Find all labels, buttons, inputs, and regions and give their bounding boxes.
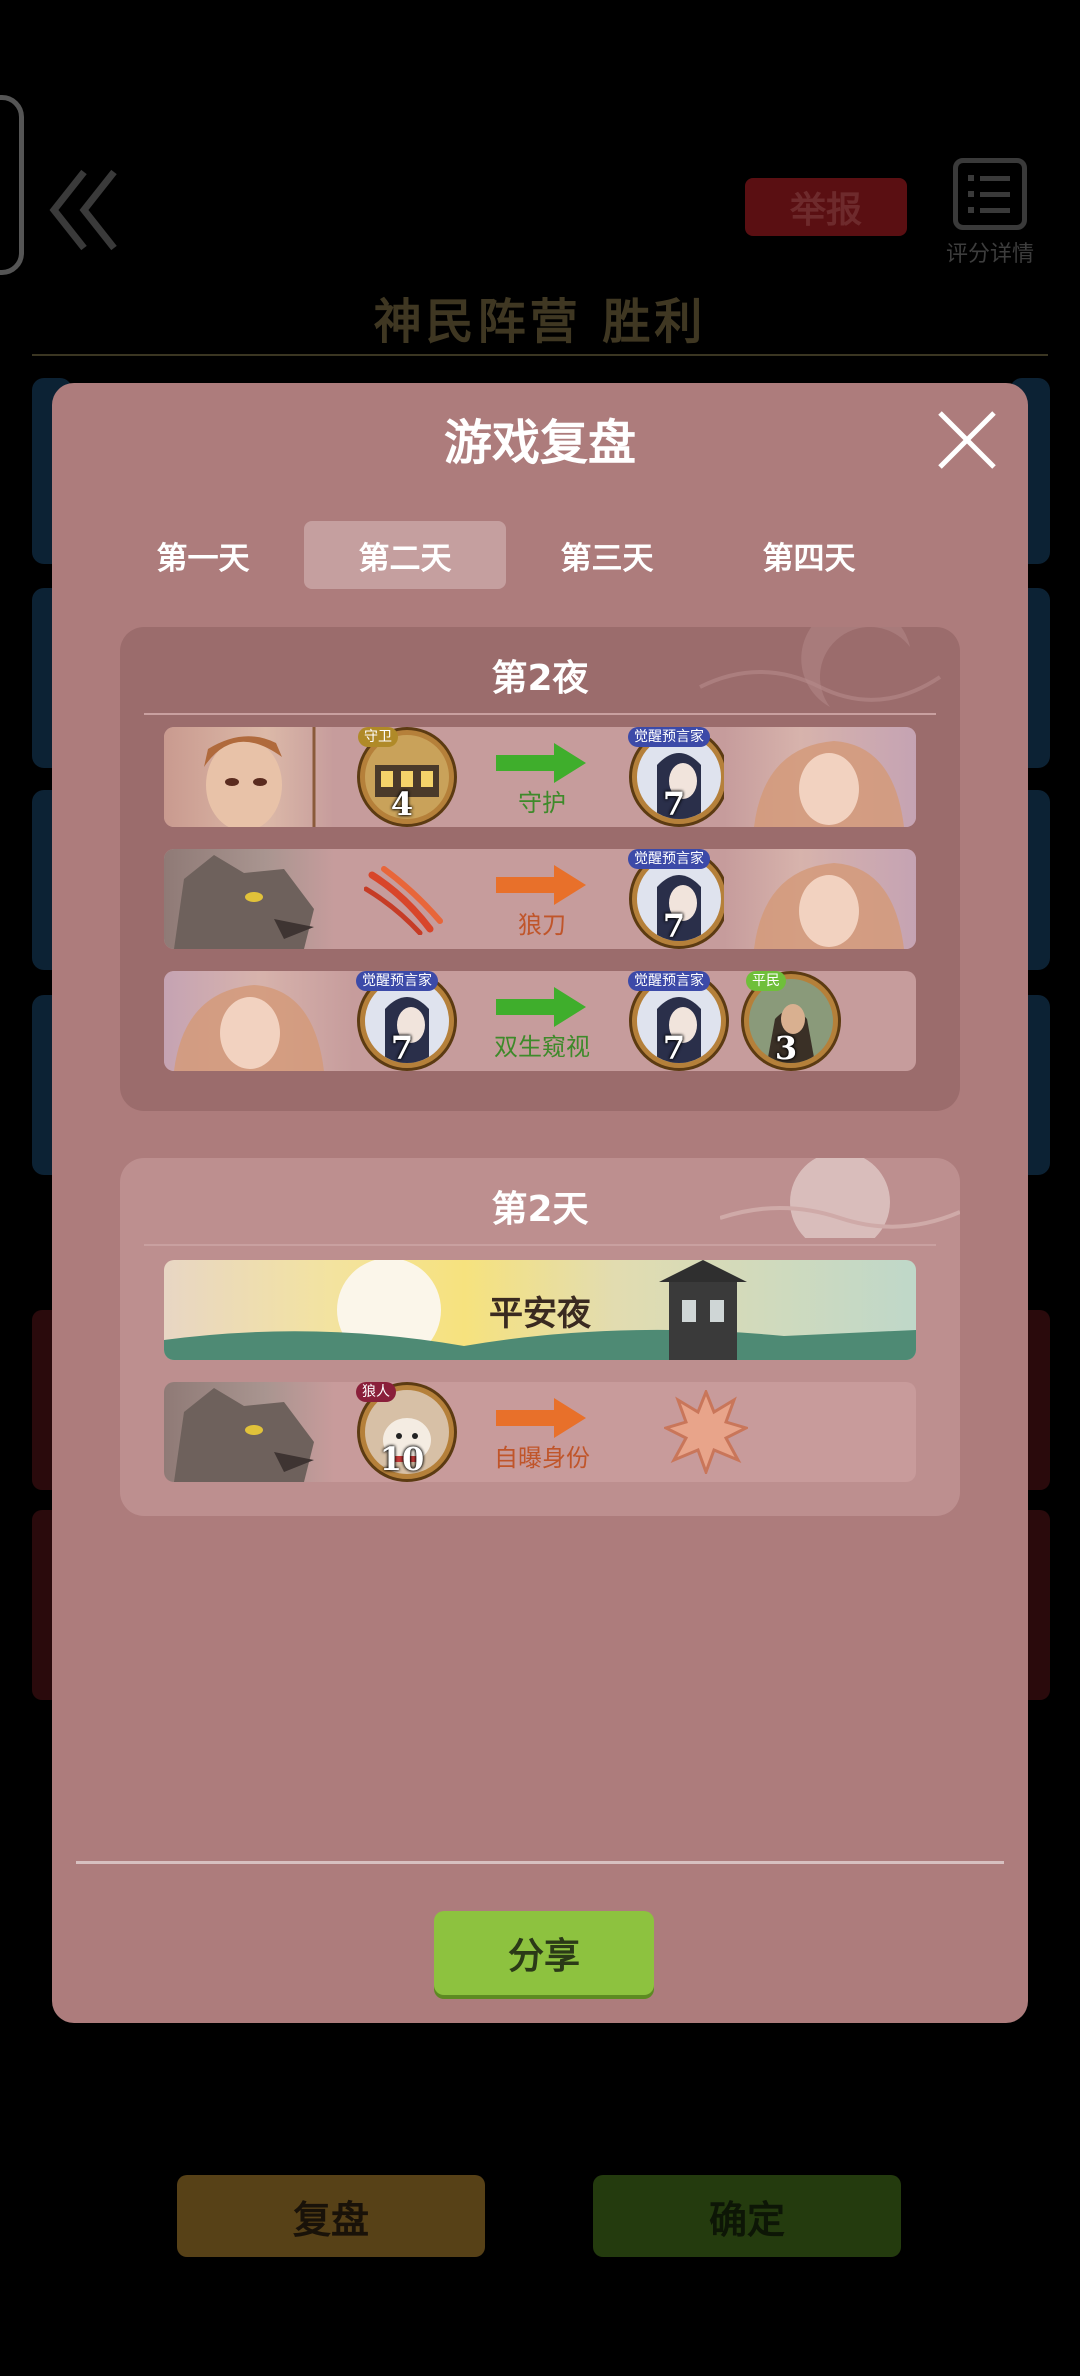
action-label: 自曝身份: [494, 1444, 590, 1472]
modal-divider: [76, 1861, 1004, 1864]
green-arrow-icon: [496, 743, 586, 783]
list-icon: [953, 158, 1027, 230]
night-action-row: 觉醒预言家 7 双生窥视 觉醒预言家 7 平民 3: [164, 971, 916, 1071]
result-divider: [32, 354, 1048, 356]
green-arrow-icon: [496, 987, 586, 1027]
game-replay-modal: 游戏复盘 第一天 第二天 第三天 第四天 第2夜 守卫 4 守护 觉醒预言家 7…: [52, 383, 1028, 2023]
role-badge: 觉醒预言家: [628, 971, 710, 991]
explosion-icon: [664, 1390, 748, 1474]
player-number: 10: [379, 1440, 425, 1478]
modal-title: 游戏复盘: [443, 415, 636, 471]
orange-arrow-icon: [496, 865, 586, 905]
night-divider: [144, 713, 936, 715]
day-title: 第2天: [491, 1189, 589, 1230]
peaceful-night-label: 平安夜: [489, 1293, 591, 1334]
seer-portrait: [724, 849, 916, 949]
action-label: 狼刀: [518, 911, 566, 939]
werewolf-portrait: [164, 1382, 334, 1482]
guard-portrait: [164, 727, 334, 827]
night-action-row: 狼刀 觉醒预言家 7: [164, 849, 916, 949]
night-section: 第2夜 守卫 4 守护 觉醒预言家 7 狼刀 觉醒预言家 7 觉醒预言家 7 双…: [120, 627, 960, 1111]
claw-slash-icon: [364, 866, 443, 935]
seer-portrait: [164, 971, 354, 1071]
role-badge: 守卫: [358, 727, 398, 747]
tab-day-2[interactable]: 第二天: [304, 521, 506, 589]
action-label: 双生窥视: [494, 1033, 590, 1061]
report-button[interactable]: 举报: [745, 178, 907, 236]
night-action-row: 守卫 4 守护 觉醒预言家 7: [164, 727, 916, 827]
replay-button[interactable]: 复盘: [177, 2175, 485, 2257]
peaceful-night-banner: 平安夜: [164, 1260, 916, 1360]
back-button[interactable]: [48, 160, 128, 260]
background-panel-edge: [0, 95, 24, 275]
orange-arrow-icon: [496, 1398, 586, 1438]
score-detail-label: 评分详情: [945, 242, 1034, 267]
score-detail-button[interactable]: 评分详情: [935, 158, 1045, 268]
role-badge: 觉醒预言家: [628, 849, 710, 869]
confirm-button[interactable]: 确定: [593, 2175, 901, 2257]
player-number: 7: [662, 1029, 686, 1067]
day-tabs: 第一天 第二天 第三天 第四天: [102, 521, 910, 589]
tab-day-4[interactable]: 第四天: [708, 521, 910, 589]
double-chevron-left-icon: [49, 169, 117, 251]
result-title: 神民阵营 胜利: [373, 294, 707, 350]
role-badge: 狼人: [356, 1382, 396, 1402]
role-badge: 平民: [746, 971, 786, 991]
role-badge: 觉醒预言家: [356, 971, 438, 991]
player-number: 7: [662, 907, 686, 945]
player-number: 3: [774, 1029, 798, 1067]
day-action-row: 狼人 10 自曝身份: [164, 1382, 916, 1482]
player-number: 7: [662, 785, 686, 823]
close-button[interactable]: [932, 405, 1002, 475]
day-section: 第2天 平安夜 狼人 10 自曝身份: [120, 1158, 960, 1516]
day-divider: [144, 1244, 936, 1246]
player-number: 7: [390, 1029, 414, 1067]
tab-day-3[interactable]: 第三天: [506, 521, 708, 589]
werewolf-portrait: [164, 849, 334, 949]
close-icon: [938, 411, 996, 469]
tab-day-1[interactable]: 第一天: [102, 521, 304, 589]
night-title: 第2夜: [491, 658, 589, 699]
share-button[interactable]: 分享: [434, 1911, 654, 1995]
action-label: 守护: [518, 789, 566, 817]
role-badge: 觉醒预言家: [628, 727, 710, 747]
player-number: 4: [390, 785, 414, 823]
seer-portrait: [724, 727, 916, 827]
